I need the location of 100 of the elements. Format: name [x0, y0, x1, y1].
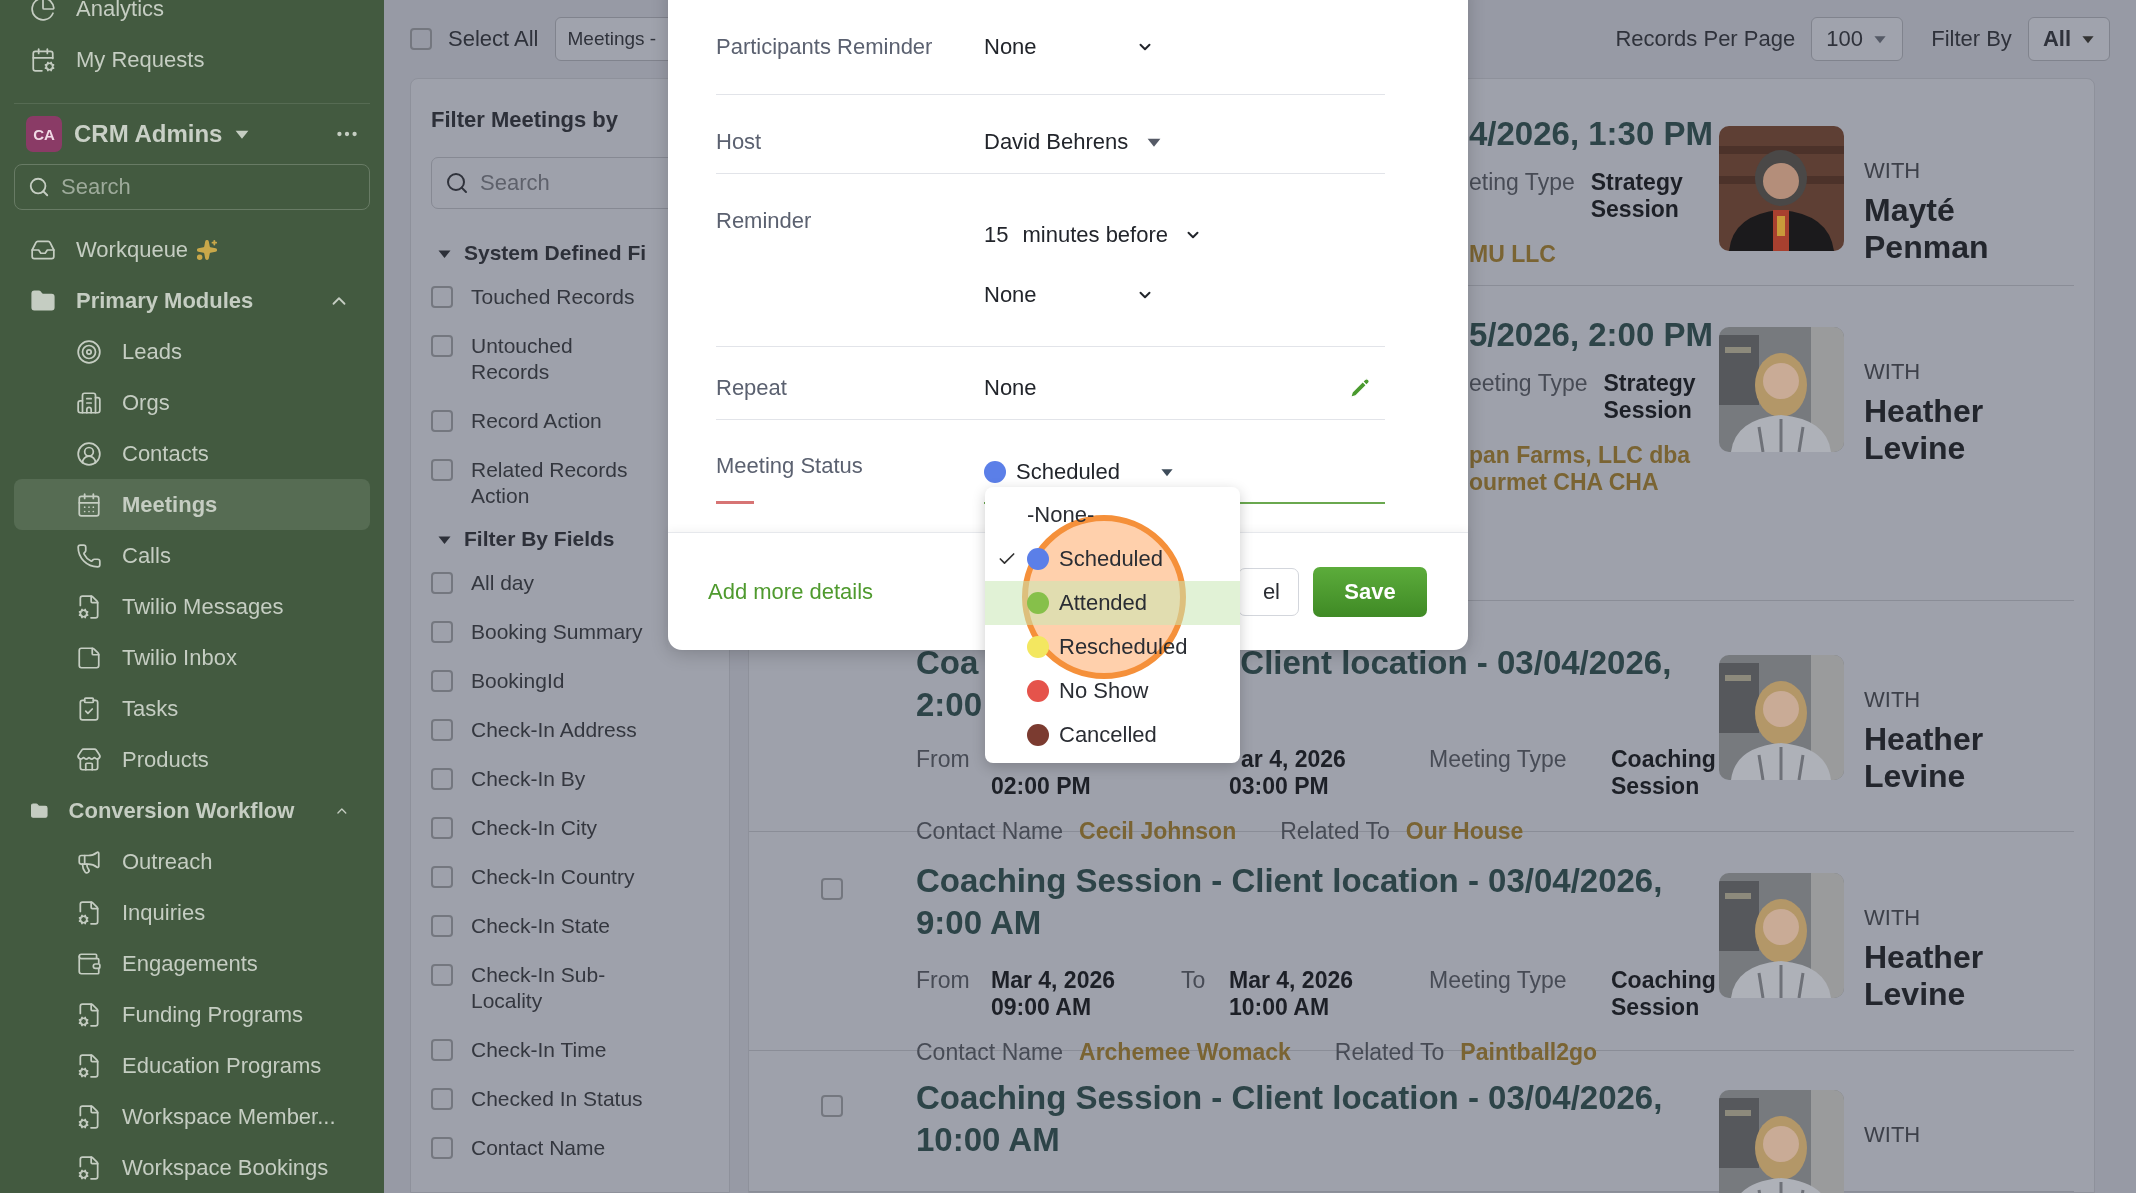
checkbox[interactable] [431, 1137, 453, 1159]
field-value: Coaching Session [1611, 746, 1716, 800]
checkbox[interactable] [431, 286, 453, 308]
select-field[interactable]: Scheduled [984, 457, 1174, 487]
nav-item[interactable]: Contacts [14, 428, 370, 479]
status-option[interactable]: No Show [985, 669, 1240, 713]
field-label: Contact Name [916, 1039, 1063, 1067]
checkbox[interactable] [431, 768, 453, 790]
filter-option[interactable]: Checked In Status [471, 1086, 643, 1112]
select-all-label[interactable]: Select All [448, 26, 539, 52]
nav-item[interactable]: Meetings [14, 479, 370, 530]
filter-by-select[interactable]: All [2027, 17, 2110, 61]
nav-group[interactable]: Primary Modules [14, 275, 370, 326]
filter-option[interactable]: Check-In State [471, 913, 610, 939]
status-option[interactable]: Attended [985, 581, 1240, 625]
filter-option[interactable]: Contact Name [471, 1135, 606, 1161]
filter-option[interactable]: Check-In Time [471, 1037, 607, 1063]
checkbox[interactable] [431, 572, 453, 594]
nav-item[interactable]: Tasks [14, 683, 370, 734]
nav-item[interactable]: Workspace Member... [14, 1091, 370, 1142]
filter-option[interactable]: Related Records Action [471, 457, 643, 509]
nav-item[interactable]: Inquiries [14, 887, 370, 938]
nav-item[interactable]: Leads [14, 326, 370, 377]
nav-item[interactable]: Analytics [14, 0, 370, 34]
checkbox[interactable] [431, 964, 453, 986]
meeting-title[interactable]: Coaching Session - Client location - 03/04/2026, 9:00 AM [916, 860, 1699, 945]
save-button[interactable]: Save [1313, 566, 1427, 617]
nav-item[interactable]: Calls [14, 530, 370, 581]
filter-option[interactable]: Check-In Sub-Locality [471, 962, 643, 1014]
filter-option[interactable]: Record Action [471, 408, 602, 434]
contact-name[interactable]: Heather Levine [1864, 393, 2034, 467]
user-circle-icon [76, 440, 102, 467]
records-per-page-select[interactable]: 100 [1811, 17, 1904, 61]
workspace-name[interactable]: CRM Admins [74, 120, 223, 148]
contact-name[interactable]: Heather Levine [1864, 939, 2034, 1014]
nav-item[interactable]: Outreach [14, 836, 370, 887]
nav-item[interactable]: Products [14, 734, 370, 785]
filter-option[interactable]: Check-In City [471, 815, 598, 841]
checkbox[interactable] [431, 459, 453, 481]
meeting-title[interactable]: 4/2026, 1:30 PM [1469, 113, 1713, 155]
filter-option[interactable]: BookingId [471, 668, 565, 694]
number-field[interactable]: 15 [984, 220, 1009, 250]
store-icon [76, 746, 102, 773]
filter-option[interactable]: Check-In Address [471, 717, 637, 743]
checkbox[interactable] [431, 670, 453, 692]
nav-item[interactable]: Workspace Bookings [14, 1142, 370, 1193]
nav-item[interactable]: My Requests [14, 34, 370, 85]
filter-option[interactable]: Untouched Records [471, 333, 643, 385]
field-value: Strategy Session [1603, 370, 1697, 424]
checkbox[interactable] [431, 621, 453, 643]
pie-chart-icon [30, 0, 56, 22]
checkbox[interactable] [821, 1094, 843, 1117]
datetime-value: 09:00 AM [991, 994, 1092, 1022]
status-option[interactable]: Rescheduled [985, 625, 1240, 669]
search-icon [445, 171, 469, 195]
filter-option[interactable]: Touched Records [471, 284, 635, 310]
status-option[interactable]: Cancelled [985, 713, 1240, 757]
status-option[interactable]: -None- [985, 493, 1240, 537]
checkbox[interactable] [431, 817, 453, 839]
checkbox[interactable] [431, 866, 453, 888]
checkbox[interactable] [431, 719, 453, 741]
meeting-title[interactable]: 2:00 [916, 684, 983, 726]
datetime-value: 03:00 PM [1229, 773, 1329, 800]
checkbox[interactable] [410, 28, 432, 50]
file-gear-icon [76, 593, 102, 620]
nav-item[interactable]: Funding Programs [14, 989, 370, 1040]
nav-item[interactable]: Workqueue [14, 224, 370, 275]
edit-icon[interactable] [1349, 377, 1371, 399]
checkbox[interactable] [431, 410, 453, 432]
select-field[interactable]: None [984, 32, 1154, 62]
checkbox[interactable] [821, 878, 843, 901]
select-field[interactable]: None [984, 280, 1154, 310]
filter-option[interactable]: Check-In Country [471, 864, 635, 890]
checkbox[interactable] [431, 915, 453, 937]
checkbox[interactable] [431, 1088, 453, 1110]
nav-item[interactable]: Orgs [14, 377, 370, 428]
meeting-title[interactable]: 5/2026, 2:00 PM [1469, 314, 1713, 356]
field-label: From [916, 746, 971, 773]
datetime-value: 02:00 PM [991, 773, 1091, 800]
nav-item[interactable]: Twilio Messages [14, 581, 370, 632]
search-field[interactable]: Search [14, 164, 370, 210]
nav-item[interactable]: Education Programs [14, 1040, 370, 1091]
nav-item[interactable]: Twilio Inbox [14, 632, 370, 683]
field-value: None [984, 374, 1037, 402]
datetime-value: Mar 4, 2026 [1229, 967, 1354, 995]
select-field[interactable]: David Behrens [984, 127, 1224, 157]
contact-name[interactable]: Heather Levine [1864, 721, 2034, 795]
with-label: WITH [1864, 158, 1922, 184]
filter-option[interactable]: Booking Summary [471, 619, 643, 645]
filter-option[interactable]: All day [471, 570, 535, 596]
filter-option[interactable]: Check-In By [471, 766, 586, 792]
status-option[interactable]: Scheduled [985, 537, 1240, 581]
contact-name[interactable]: Mayté Penman [1864, 192, 2034, 266]
meeting-title[interactable]: Coaching Session - Client location - 03/04/2026, 10:00 AM [916, 1076, 1699, 1161]
checkbox[interactable] [431, 1039, 453, 1061]
checkbox[interactable] [431, 335, 453, 357]
select-field[interactable]: minutes before [1022, 220, 1203, 250]
nav-item[interactable]: Engagements [14, 938, 370, 989]
cancel-button[interactable]: el [1237, 567, 1299, 616]
nav-group[interactable]: Conversion Workflow [14, 785, 370, 836]
